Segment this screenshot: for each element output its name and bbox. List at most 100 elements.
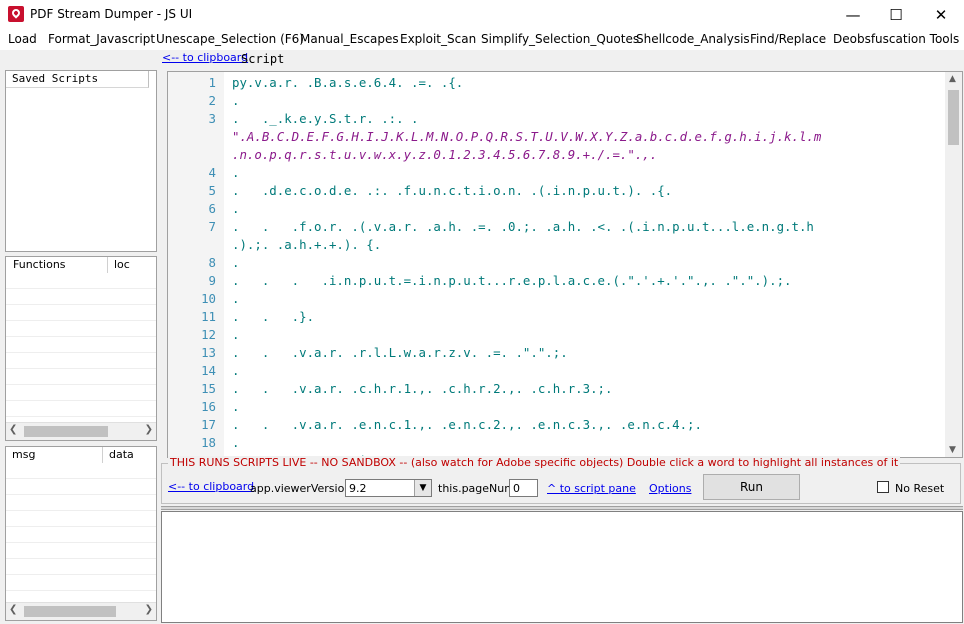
run-button[interactable]: Run [703,474,800,500]
line-number: 16 [201,399,216,414]
pane-splitter[interactable] [161,506,963,510]
line-number: 3 [208,111,216,126]
code-text: . . .v.a.r. .r.l.L.w.a.r.z.v. .=. .".".;… [232,345,568,360]
code-line: 4. [168,164,928,182]
functions-column-header[interactable]: Functions [13,258,66,271]
saved-scripts-header-label: Saved Scripts [12,72,99,85]
minimize-button[interactable]: — [830,0,876,30]
menu-load[interactable]: Load [8,32,37,46]
code-line: 11 . . .}. [168,308,928,326]
scroll-right-icon[interactable]: ❯ [145,604,153,615]
code-line: 1 py.v.a.r. .B.a.s.e.6.4. .=. .{. [168,74,928,92]
scroll-left-icon[interactable]: ❮ [9,604,17,615]
page-num-input[interactable]: 0 [509,479,538,497]
script-label: Script [241,52,285,66]
msg-column-header[interactable]: msg [12,448,35,461]
viewer-version-label: app.viewerVersion : [250,482,359,495]
code-line: .n.o.p.q.r.s.t.u.v.w.x.y.z.0.1.2.3.4.5.6… [168,146,928,164]
pdf-app-icon [8,6,24,22]
code-line: 16. [168,398,928,416]
run-pane-to-clipboard-link[interactable]: <-- to clipboard [168,480,254,493]
script-editor[interactable]: 1 py.v.a.r. .B.a.s.e.6.4. .=. .{. 2. 3 . ._.… [167,71,963,458]
scrollbar-thumb[interactable] [948,90,959,145]
code-line: .).;. .a.h.+.+.). {. [168,236,928,254]
functions-list[interactable]: Functions loc ❮ ❯ [5,256,157,441]
to-script-pane-link[interactable]: ^ to script pane [547,482,636,495]
chevron-down-icon[interactable]: ▼ [414,480,431,496]
column-divider[interactable] [102,447,103,463]
menu-manual-escapes[interactable]: Manual_Escapes [300,32,399,46]
line-number: 2 [208,93,216,108]
line-number: 6 [208,201,216,216]
code-line: 6. [168,200,928,218]
line-number: 17 [201,417,216,432]
to-clipboard-link[interactable]: <-- to clipboard [162,51,248,64]
code-text: . [232,291,240,306]
close-button[interactable]: ✕ [918,0,964,30]
code-text: . [232,255,240,270]
options-link[interactable]: Options [649,482,691,495]
maximize-button[interactable]: ☐ [873,0,919,30]
menu-bar: Load Format_Javascript Unescape_Selectio… [0,30,964,50]
line-number: 1 [208,75,216,90]
scroll-right-icon[interactable]: ❯ [145,424,153,435]
code-line: 14. [168,362,928,380]
page-num-value: 0 [513,482,520,495]
line-number: 8 [208,255,216,270]
viewer-version-value: 9.2 [349,482,367,495]
code-text: ".A.B.C.D.E.F.G.H.I.J.K.L.M.N.O.P.Q.R.S.… [232,129,822,144]
menu-find-replace[interactable]: Find/Replace [750,32,826,46]
code-text: py.v.a.r. .B.a.s.e.6.4. .=. .{. [232,75,464,90]
line-number: 13 [201,345,216,360]
data-column-header[interactable]: data [109,448,134,461]
title-bar: PDF Stream Dumper - JS UI — ☐ ✕ [0,0,964,30]
no-reset-checkbox[interactable] [877,481,889,493]
menu-shellcode-analysis[interactable]: Shellcode_Analysis [636,32,750,46]
scroll-up-icon[interactable]: ▲ [949,74,956,84]
messages-list[interactable]: msg data ❮ ❯ [5,446,157,621]
saved-scripts-list[interactable]: Saved Scripts [5,70,157,252]
line-number: 12 [201,327,216,342]
viewer-version-select[interactable]: 9.2 ▼ [345,479,432,497]
line-number: 9 [208,273,216,288]
code-text: .).;. .a.h.+.+.). {. [232,237,382,252]
loc-column-header[interactable]: loc [114,258,130,271]
code-line: 5 . .d.e.c.o.d.e. .:. .f.u.n.c.t.i.o.n. .… [168,182,928,200]
scroll-left-icon[interactable]: ❮ [9,424,17,435]
menu-simplify-selection-quotes[interactable]: Simplify_Selection_Quotes [481,32,639,46]
line-number: 5 [208,183,216,198]
menu-exploit-scan[interactable]: Exploit_Scan [400,32,476,46]
code-text: . . .v.a.r. .c.h.r.1.,. .c.h.r.2.,. .c.h… [232,381,613,396]
code-text: . ._.k.e.y.S.t.r. .:. . [232,111,419,126]
output-textbox[interactable] [161,511,963,623]
code-line: 7 . . .f.o.r. .(.v.a.r. .a.h. .=. .0.;. .… [168,218,928,236]
line-number: 14 [201,363,216,378]
editor-vscrollbar[interactable]: ▲ ▼ [945,72,962,457]
menu-unescape-selection[interactable]: Unescape_Selection (F6) [156,32,304,46]
line-number: 10 [201,291,216,306]
code-line: 3 . ._.k.e.y.S.t.r. .:. . [168,110,928,128]
code-text: . . . .i.n.p.u.t.=.i.n.p.u.t...r.e.p.l.a… [232,273,792,288]
column-divider[interactable] [107,257,108,273]
live-script-warning: THIS RUNS SCRIPTS LIVE -- NO SANDBOX -- … [168,456,901,469]
code-text: . .d.e.c.o.d.e. .:. .f.u.n.c.t.i.o.n. .(… [232,183,673,198]
scrollbar-thumb[interactable] [24,606,116,617]
code-line: 9 . . . .i.n.p.u.t.=.i.n.p.u.t...r.e.p.l.… [168,272,928,290]
menu-format-javascript[interactable]: Format_Javascript [48,32,155,46]
line-number: 11 [201,309,216,324]
code-text: .n.o.p.q.r.s.t.u.v.w.x.y.z.0.1.2.3.4.5.6… [232,147,658,162]
code-text: . [232,363,240,378]
code-line: 12. [168,326,928,344]
code-line: 17 . . .v.a.r. .e.n.c.1.,. .e.n.c.2.,. .e… [168,416,928,434]
scrollbar-thumb[interactable] [24,426,108,437]
code-text: . [232,327,240,342]
menu-deobfuscation-tools[interactable]: Deobsfuscation Tools [833,32,959,46]
messages-hscrollbar[interactable]: ❮ ❯ [6,602,156,620]
functions-hscrollbar[interactable]: ❮ ❯ [6,422,156,440]
line-number: 7 [208,219,216,234]
scroll-down-icon[interactable]: ▼ [949,445,956,455]
code-line: 8. [168,254,928,272]
window-title: PDF Stream Dumper - JS UI [30,7,193,21]
code-line: 10. [168,290,928,308]
code-text: . [232,93,240,108]
